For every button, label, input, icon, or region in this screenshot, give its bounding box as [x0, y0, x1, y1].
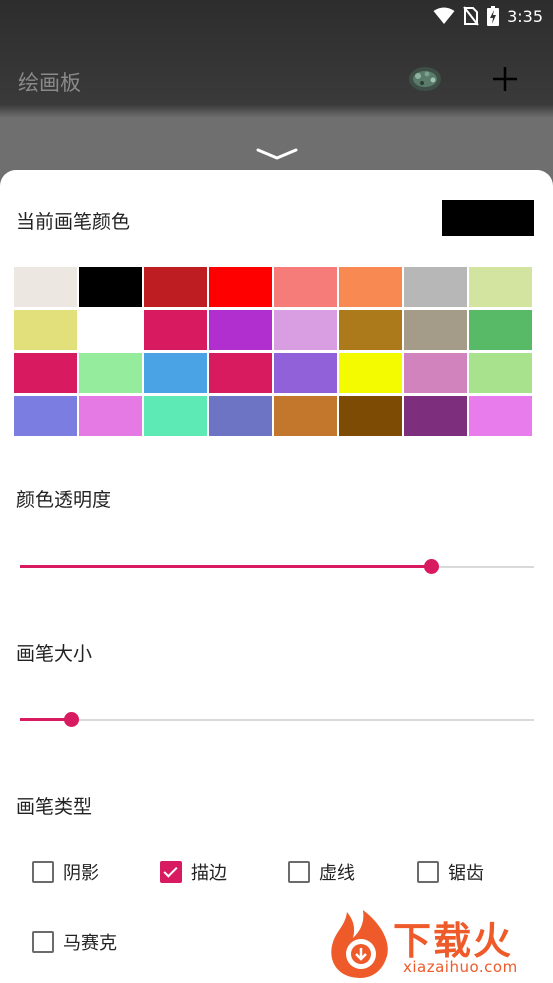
- color-swatch[interactable]: [339, 310, 402, 350]
- brush-type-dashed[interactable]: 虚线: [288, 859, 355, 885]
- color-swatch[interactable]: [144, 396, 207, 436]
- watermark: 下载火 xiazaihuo.com: [325, 908, 553, 983]
- checkbox[interactable]: [417, 861, 439, 883]
- color-swatch[interactable]: [469, 353, 532, 393]
- color-palette: [14, 267, 536, 439]
- color-swatch[interactable]: [469, 267, 532, 307]
- brush-type-label: 画笔类型: [16, 796, 93, 818]
- checkbox[interactable]: [32, 931, 54, 953]
- checkbox-label: 描边: [191, 863, 227, 884]
- watermark-url: xiazaihuo.com: [403, 958, 518, 976]
- checkbox-label: 锯齿: [448, 863, 484, 884]
- color-swatch[interactable]: [404, 353, 467, 393]
- color-swatch[interactable]: [339, 396, 402, 436]
- color-swatch[interactable]: [209, 267, 272, 307]
- checkbox[interactable]: [288, 861, 310, 883]
- checkbox-label: 马赛克: [63, 933, 117, 954]
- brush-type-stroke[interactable]: 描边: [160, 859, 227, 885]
- color-swatch[interactable]: [404, 310, 467, 350]
- no-sim-icon: [463, 6, 479, 26]
- color-swatch[interactable]: [404, 267, 467, 307]
- slider-thumb[interactable]: [424, 559, 440, 574]
- status-time: 3:35: [507, 6, 543, 26]
- watermark-name: 下载火: [393, 919, 514, 963]
- palette-icon[interactable]: [408, 65, 442, 93]
- wifi-icon: [433, 7, 455, 24]
- brush-size-label: 画笔大小: [16, 643, 93, 665]
- collapse-chevron-icon[interactable]: [256, 146, 298, 164]
- color-swatch[interactable]: [339, 267, 402, 307]
- color-swatch[interactable]: [274, 267, 337, 307]
- color-swatch[interactable]: [469, 310, 532, 350]
- add-icon[interactable]: [490, 64, 520, 94]
- bottom-sheet: 当前画笔颜色 颜色透明度 画笔大小 画笔类型 阴影 描边 虚线 锯齿 马赛克: [0, 170, 553, 983]
- current-color-swatch: [442, 200, 534, 236]
- brush-type-shadow[interactable]: 阴影: [32, 859, 99, 885]
- opacity-label: 颜色透明度: [16, 489, 112, 511]
- app-bar: 绘画板: [0, 50, 553, 110]
- checkbox[interactable]: [160, 861, 182, 883]
- color-swatch[interactable]: [144, 310, 207, 350]
- brush-type-mosaic[interactable]: 马赛克: [32, 929, 117, 955]
- color-swatch[interactable]: [404, 396, 467, 436]
- color-swatch[interactable]: [209, 396, 272, 436]
- color-swatch[interactable]: [469, 396, 532, 436]
- color-swatch[interactable]: [79, 396, 142, 436]
- color-swatch[interactable]: [79, 310, 142, 350]
- battery-charging-icon: [487, 6, 500, 26]
- brush-type-sawtooth[interactable]: 锯齿: [417, 859, 484, 885]
- color-swatch[interactable]: [144, 267, 207, 307]
- color-swatch[interactable]: [14, 353, 77, 393]
- checkbox-label: 虚线: [319, 863, 355, 884]
- color-swatch[interactable]: [274, 353, 337, 393]
- color-swatch[interactable]: [339, 353, 402, 393]
- color-swatch[interactable]: [79, 353, 142, 393]
- brush-size-slider[interactable]: [20, 710, 534, 730]
- slider-fill: [20, 565, 432, 568]
- color-swatch[interactable]: [14, 310, 77, 350]
- color-swatch[interactable]: [144, 353, 207, 393]
- slider-track: [20, 719, 534, 721]
- color-swatch[interactable]: [274, 396, 337, 436]
- current-color-label: 当前画笔颜色: [16, 211, 131, 233]
- status-bar: 3:35: [0, 0, 553, 32]
- color-swatch[interactable]: [209, 353, 272, 393]
- checkbox-label: 阴影: [63, 863, 99, 884]
- color-swatch[interactable]: [209, 310, 272, 350]
- color-swatch[interactable]: [14, 267, 77, 307]
- app-title: 绘画板: [18, 71, 81, 95]
- color-swatch[interactable]: [79, 267, 142, 307]
- slider-thumb[interactable]: [64, 712, 80, 727]
- flame-logo-icon: [331, 910, 388, 978]
- color-swatch[interactable]: [14, 396, 77, 436]
- checkbox[interactable]: [32, 861, 54, 883]
- color-swatch[interactable]: [274, 310, 337, 350]
- opacity-slider[interactable]: [20, 557, 534, 577]
